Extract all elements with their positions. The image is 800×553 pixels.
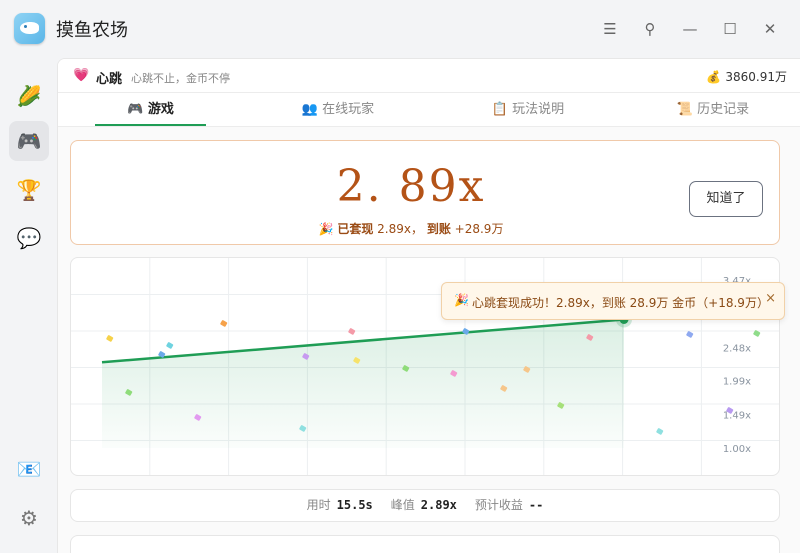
result-card: 2. 89x 🎉 已套现 2.89x， 到账 +28.9万 知道了 xyxy=(70,140,780,245)
acknowledge-button[interactable]: 知道了 xyxy=(689,181,763,217)
active-tab-indicator xyxy=(95,124,206,126)
tab-history[interactable]: 📜 历史记录 xyxy=(653,93,773,127)
gear-icon: ⚙ xyxy=(20,506,38,530)
gamepad-icon: 🎮 xyxy=(127,102,144,117)
game-header: 💗 心跳 心跳不止，金币不停 💰 3860.91万 xyxy=(58,59,800,93)
tab-online-players[interactable]: 👥 在线玩家 xyxy=(278,93,398,127)
time-value: 15.5s xyxy=(336,498,373,512)
series-area xyxy=(102,319,624,448)
money-bag-icon: 💰 xyxy=(706,70,722,84)
menu-button[interactable]: ☰ xyxy=(598,17,622,41)
close-button[interactable]: ✕ xyxy=(758,17,782,41)
app-logo xyxy=(14,13,45,44)
note-prefix: 已套现 xyxy=(337,222,374,236)
balance-value: 3860.91万 xyxy=(725,70,787,84)
peak-value: 2.89x xyxy=(420,498,457,512)
app-title: 摸鱼农场 xyxy=(56,20,128,41)
multiplier-value: 2. 89x xyxy=(336,161,486,212)
pin-button[interactable]: ⚲ xyxy=(638,17,662,41)
gamepad-icon: 🎮 xyxy=(16,129,42,153)
confetti-piece xyxy=(220,320,228,327)
chat-bubble-icon: 💬 xyxy=(16,226,42,250)
note-mid: 到账 xyxy=(426,222,451,236)
users-icon: 👥 xyxy=(301,102,319,117)
tab-label: 玩法说明 xyxy=(512,102,565,117)
sidebar-item-chat[interactable]: 💬 xyxy=(9,218,49,258)
sidebar-item-settings[interactable]: ⚙ xyxy=(9,498,49,538)
sidebar: 🌽 🎮 🏆 💬 📧 ⚙ xyxy=(0,58,57,553)
tab-label: 在线玩家 xyxy=(322,102,375,117)
cashout-note: 🎉 已套现 2.89x， 到账 +28.9万 xyxy=(71,220,751,237)
heart-icon: 💗 xyxy=(73,68,90,83)
main-panel: 💗 心跳 心跳不止，金币不停 💰 3860.91万 🎮 游戏 👥 在线玩家 📋 玩… xyxy=(57,58,800,553)
confetti-piece xyxy=(166,342,174,349)
y-tick-label: 1.00x xyxy=(723,444,751,455)
fish-icon xyxy=(20,22,39,34)
toast-close-icon[interactable]: × xyxy=(765,291,776,306)
bottom-panel xyxy=(70,535,780,553)
note-amount: +28.9万 xyxy=(454,222,504,236)
party-icon: 🎉 xyxy=(318,222,334,236)
title-bar: 摸鱼农场 ☰ ⚲ — ☐ ✕ xyxy=(0,0,800,58)
maximize-button[interactable]: ☐ xyxy=(718,17,742,41)
expected-label: 预计收益 xyxy=(474,498,523,512)
tab-game[interactable]: 🎮 游戏 xyxy=(95,93,206,127)
fish-eye xyxy=(24,25,27,28)
trophy-icon: 🏆 xyxy=(16,178,42,202)
mail-icon: 📧 xyxy=(16,457,42,481)
party-icon: 🎉 xyxy=(454,293,469,307)
sidebar-item-games[interactable]: 🎮 xyxy=(9,121,49,161)
confetti-piece xyxy=(686,331,694,338)
minimize-button[interactable]: — xyxy=(678,17,702,41)
sidebar-item-leaderboard[interactable]: 🏆 xyxy=(9,170,49,210)
game-subtitle: 心跳不止，金币不停 xyxy=(131,72,230,85)
y-tick-label: 2.48x xyxy=(723,343,751,354)
confetti-piece xyxy=(656,428,664,435)
sidebar-item-farm[interactable]: 🌽 xyxy=(9,76,49,116)
expected-value: -- xyxy=(528,498,544,512)
cashout-toast: 🎉 心跳套现成功！2.89x，到账 28.9万 金币（+18.9万） × xyxy=(441,282,785,320)
confetti-piece xyxy=(106,335,114,342)
note-multiplier: 2.89x， xyxy=(377,222,423,236)
y-tick-label: 1.49x xyxy=(723,411,751,422)
game-stats: 用时 15.5s 峰值 2.89x 预计收益 -- xyxy=(70,489,780,522)
tab-label: 游戏 xyxy=(147,102,174,117)
tab-rules[interactable]: 📋 玩法说明 xyxy=(468,93,588,127)
toast-message: 心跳套现成功！2.89x，到账 28.9万 金币（+18.9万） xyxy=(472,296,769,310)
scroll-icon: 📜 xyxy=(676,102,694,117)
coin-balance: 💰 3860.91万 xyxy=(706,68,787,85)
tab-label: 历史记录 xyxy=(697,102,750,117)
clipboard-icon: 📋 xyxy=(491,102,509,117)
tab-bar: 🎮 游戏 👥 在线玩家 📋 玩法说明 📜 历史记录 xyxy=(58,93,800,127)
y-tick-label: 1.99x xyxy=(723,377,751,388)
corn-icon: 🌽 xyxy=(16,84,42,108)
peak-label: 峰值 xyxy=(390,498,415,512)
game-title: 心跳 xyxy=(96,72,123,87)
time-label: 用时 xyxy=(306,498,331,512)
confetti-piece xyxy=(348,328,356,335)
sidebar-item-mail[interactable]: 📧 xyxy=(9,449,49,489)
